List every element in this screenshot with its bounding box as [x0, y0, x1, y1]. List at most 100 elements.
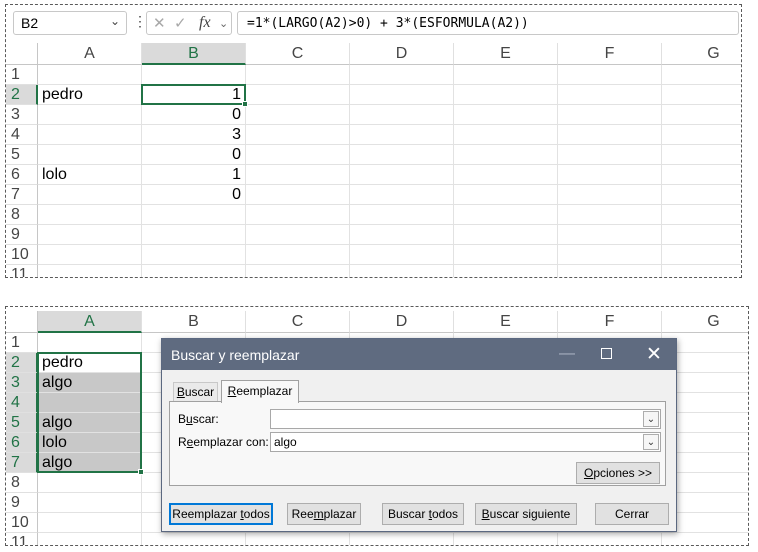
cell-d9[interactable]: [350, 225, 454, 245]
column-header-g[interactable]: G: [662, 311, 748, 333]
row-header-4[interactable]: 4: [6, 125, 38, 145]
cell-a11[interactable]: [38, 265, 142, 277]
cell-g4[interactable]: [662, 125, 741, 145]
cell-f4[interactable]: [558, 125, 662, 145]
row-header-8[interactable]: 8: [6, 473, 38, 493]
column-header-c[interactable]: C: [246, 311, 350, 333]
close-icon[interactable]: ✕: [646, 343, 662, 366]
cell-c4[interactable]: [246, 125, 350, 145]
column-header-d[interactable]: D: [350, 43, 454, 65]
cell-e8[interactable]: [454, 205, 558, 225]
column-header-g[interactable]: G: [662, 43, 741, 65]
cell-b1[interactable]: [142, 65, 246, 85]
chevron-down-icon[interactable]: ⌄: [643, 434, 659, 450]
cell-b11[interactable]: [142, 533, 246, 545]
dialog-title-bar[interactable]: Buscar y reemplazar — ✕: [162, 339, 676, 370]
column-header-c[interactable]: C: [246, 43, 350, 65]
cell-e7[interactable]: [454, 185, 558, 205]
cell-g10[interactable]: [662, 245, 741, 265]
cell-b10[interactable]: [142, 245, 246, 265]
cell-a3[interactable]: algo: [38, 373, 142, 393]
minimize-icon[interactable]: —: [559, 345, 575, 363]
row-header-7[interactable]: 7: [6, 185, 38, 205]
cell-a2[interactable]: pedro: [38, 85, 142, 105]
row-header-2[interactable]: 2: [6, 353, 38, 373]
cell-g1[interactable]: [662, 65, 741, 85]
column-header-e[interactable]: E: [454, 43, 558, 65]
maximize-icon[interactable]: [601, 348, 612, 359]
cell-a7[interactable]: [38, 185, 142, 205]
cell-f6[interactable]: [558, 165, 662, 185]
cell-b6[interactable]: 1: [142, 165, 246, 185]
cell-a9[interactable]: [38, 493, 142, 513]
column-header-d[interactable]: D: [350, 311, 454, 333]
cell-a8[interactable]: [38, 205, 142, 225]
cell-d2[interactable]: [350, 85, 454, 105]
row-header-10[interactable]: 10: [6, 513, 38, 533]
cell-e11[interactable]: [454, 265, 558, 277]
cell-a4[interactable]: [38, 393, 142, 413]
cell-f5[interactable]: [558, 145, 662, 165]
tab-reemplazar[interactable]: Reemplazar: [221, 380, 299, 403]
cell-a6[interactable]: lolo: [38, 165, 142, 185]
cell-d10[interactable]: [350, 245, 454, 265]
cell-b3[interactable]: 0: [142, 105, 246, 125]
cell-e6[interactable]: [454, 165, 558, 185]
cell-a7[interactable]: algo: [38, 453, 142, 473]
cell-c10[interactable]: [246, 245, 350, 265]
cell-f8[interactable]: [558, 205, 662, 225]
cell-a2[interactable]: pedro: [38, 353, 142, 373]
cell-b9[interactable]: [142, 225, 246, 245]
chevron-down-icon[interactable]: ⌄: [110, 14, 120, 28]
row-header-2[interactable]: 2: [6, 85, 38, 105]
replace-all-button[interactable]: Reemplazar todos: [169, 503, 273, 525]
formula-input[interactable]: =1*(LARGO(A2)>0) + 3*(ESFORMULA(A2)): [237, 11, 739, 35]
cell-g9[interactable]: [662, 225, 741, 245]
cell-b2[interactable]: 1: [142, 85, 246, 105]
find-input[interactable]: ⌄: [270, 409, 661, 429]
row-header-4[interactable]: 4: [6, 393, 38, 413]
cell-e5[interactable]: [454, 145, 558, 165]
cell-f7[interactable]: [558, 185, 662, 205]
select-all-corner[interactable]: [6, 311, 38, 333]
cell-b11[interactable]: [142, 265, 246, 277]
chevron-down-icon[interactable]: ⌄: [643, 411, 659, 427]
fx-icon[interactable]: fx: [199, 14, 211, 32]
row-header-9[interactable]: 9: [6, 493, 38, 513]
fill-handle[interactable]: [138, 469, 144, 475]
row-header-3[interactable]: 3: [6, 373, 38, 393]
cell-c7[interactable]: [246, 185, 350, 205]
cell-b7[interactable]: 0: [142, 185, 246, 205]
row-header-10[interactable]: 10: [6, 245, 38, 265]
cell-d4[interactable]: [350, 125, 454, 145]
column-header-b[interactable]: B: [142, 43, 246, 65]
cell-g5[interactable]: [662, 145, 741, 165]
row-header-5[interactable]: 5: [6, 145, 38, 165]
name-box[interactable]: B2 ⌄: [13, 11, 127, 35]
row-header-6[interactable]: 6: [6, 433, 38, 453]
tab-buscar[interactable]: Buscar: [173, 382, 218, 401]
cell-f9[interactable]: [558, 225, 662, 245]
cell-g11[interactable]: [662, 265, 741, 277]
row-header-3[interactable]: 3: [6, 105, 38, 125]
cell-f11[interactable]: [558, 533, 662, 545]
cell-e9[interactable]: [454, 225, 558, 245]
cell-c2[interactable]: [246, 85, 350, 105]
cell-g11[interactable]: [662, 533, 748, 545]
cell-g7[interactable]: [662, 185, 741, 205]
cell-a4[interactable]: [38, 125, 142, 145]
cell-c11[interactable]: [246, 265, 350, 277]
column-header-e[interactable]: E: [454, 311, 558, 333]
cell-c11[interactable]: [246, 533, 350, 545]
cell-e11[interactable]: [454, 533, 558, 545]
cell-e4[interactable]: [454, 125, 558, 145]
column-header-f[interactable]: F: [558, 43, 662, 65]
cell-c3[interactable]: [246, 105, 350, 125]
cell-a1[interactable]: [38, 65, 142, 85]
cell-c1[interactable]: [246, 65, 350, 85]
column-header-a[interactable]: A: [38, 311, 142, 333]
cancel-x-icon[interactable]: ✕: [153, 14, 166, 32]
cell-d1[interactable]: [350, 65, 454, 85]
cell-e3[interactable]: [454, 105, 558, 125]
cell-a10[interactable]: [38, 513, 142, 533]
